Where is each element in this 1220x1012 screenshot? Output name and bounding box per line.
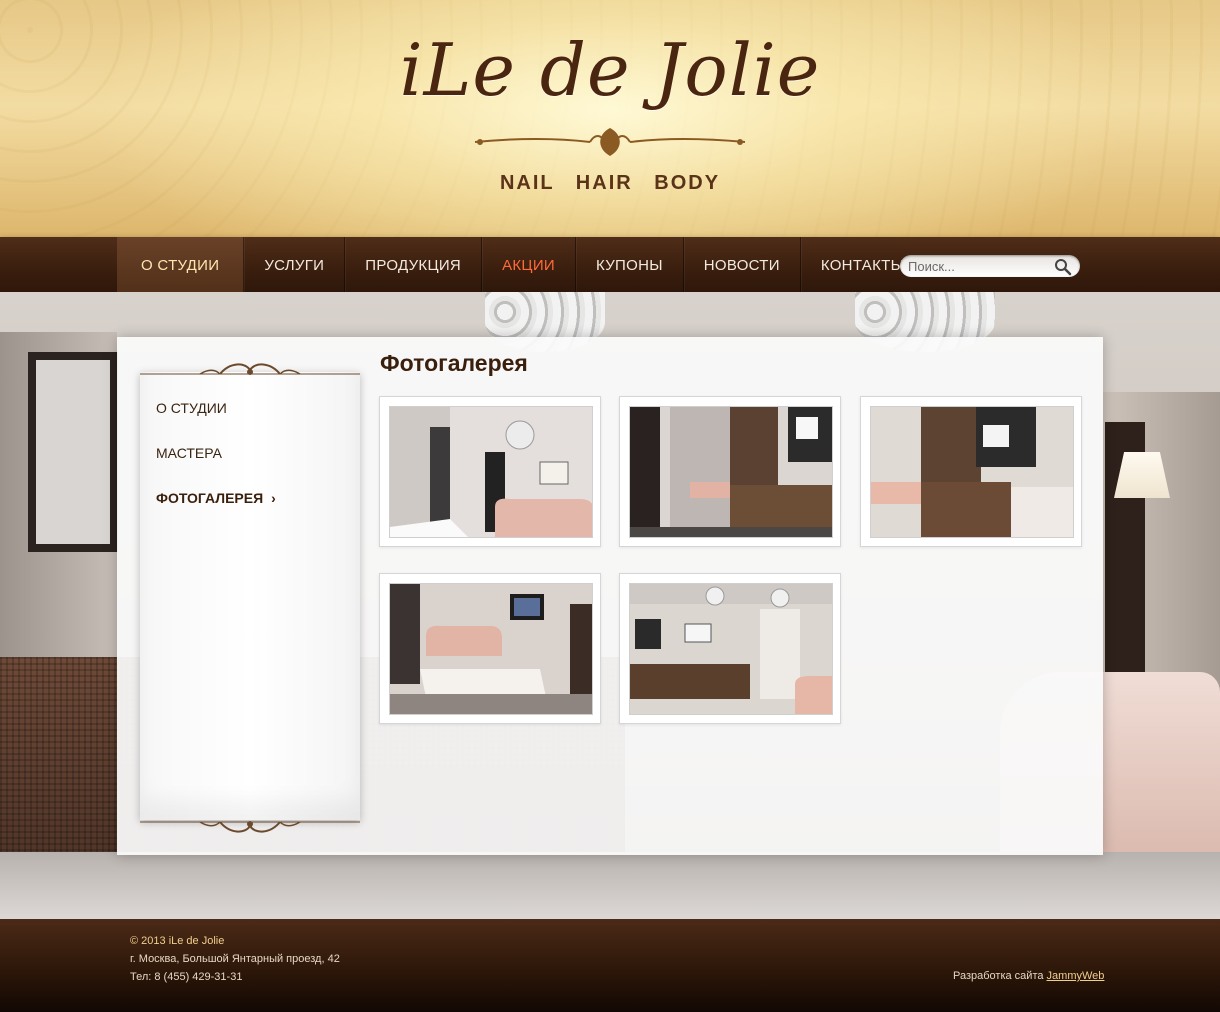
sidebar-bottom-ornament-icon [140, 821, 360, 833]
gallery-photo [629, 583, 833, 715]
site-tagline: NAIL HAIR BODY [499, 172, 721, 194]
footer-address: г. Москва, Большой Янтарный проезд, 42 [130, 953, 340, 965]
site-header: iLe de Jolie NAIL HAIR BODY [0, 0, 1220, 237]
search-icon[interactable] [1054, 258, 1072, 276]
footer-copyright: © 2013 iLe de Jolie [130, 935, 225, 947]
chevron-right-icon: › [271, 490, 276, 506]
developer-link[interactable]: JammyWeb [1047, 970, 1105, 982]
gallery-photo [389, 583, 593, 715]
sidebar-top-ornament-icon [140, 363, 360, 375]
gallery-thumb-reception-hall[interactable] [619, 573, 841, 724]
logo-ornament-icon [474, 128, 746, 156]
nav-item-products[interactable]: ПРОДУКЦИЯ [345, 237, 483, 292]
nav-item-services[interactable]: УСЛУГИ [244, 237, 346, 292]
gallery-thumb-reception-desk[interactable] [860, 396, 1082, 547]
gallery-photo [870, 406, 1074, 538]
nav-item-about[interactable]: О СТУДИИ [117, 237, 245, 292]
footer-developer: Разработка сайта JammyWeb [953, 970, 1104, 982]
gallery-thumb-corridor-reception[interactable] [619, 396, 841, 547]
search-box [900, 255, 1080, 277]
site-footer [0, 919, 1220, 1012]
page-title: Фотогалерея [380, 350, 528, 376]
footer-phone: Тел: 8 (455) 429-31-31 [130, 971, 243, 983]
search-input[interactable] [908, 257, 1048, 275]
sidebar-item-gallery[interactable]: ФОТОГАЛЕРЕЯ › [156, 490, 276, 506]
nav-item-coupons[interactable]: КУПОНЫ [576, 237, 684, 292]
gallery-photo [629, 406, 833, 538]
gallery-photo [389, 406, 593, 538]
scene-floor [0, 852, 1220, 919]
sidebar-item-masters[interactable]: МАСТЕРА [156, 445, 222, 461]
scene-frame-left [28, 352, 118, 552]
sidebar [140, 372, 360, 820]
gallery-thumb-waiting-area-tv[interactable] [379, 573, 601, 724]
site-logo[interactable]: iLe de Jolie [0, 28, 1220, 112]
footer-developer-label: Разработка сайта [953, 970, 1044, 982]
gallery-thumb-lounge-sofa[interactable] [379, 396, 601, 547]
sidebar-item-about[interactable]: О СТУДИИ [156, 400, 227, 416]
nav-items: О СТУДИИ УСЛУГИ ПРОДУКЦИЯ АКЦИИ КУПОНЫ Н… [117, 237, 924, 292]
sidebar-item-label: ФОТОГАЛЕРЕЯ [156, 490, 264, 506]
nav-item-promotions[interactable]: АКЦИИ [482, 237, 576, 292]
nav-item-news[interactable]: НОВОСТИ [684, 237, 801, 292]
